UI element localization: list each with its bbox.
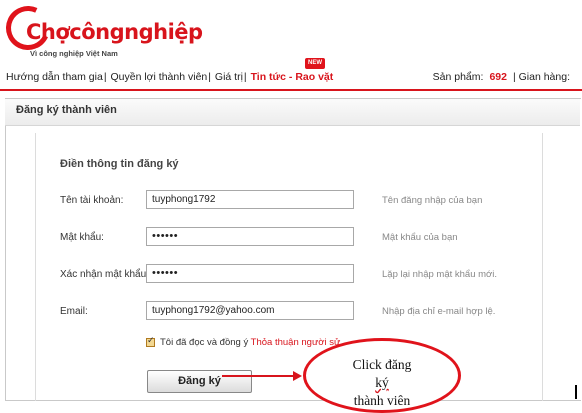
scroll-marker bbox=[575, 385, 577, 399]
logo-subtitle: Vì công nghiệp Việt Nam bbox=[30, 49, 118, 58]
new-badge-icon: NEW bbox=[305, 58, 325, 69]
password-label: Mật khẩu: bbox=[60, 232, 104, 243]
site-logo[interactable]: Chợcôngnghiệp Vì công nghiệp Việt Nam bbox=[0, 0, 203, 60]
callout-text: Click đăng ký thành viên bbox=[303, 356, 461, 410]
terms-link[interactable]: Thỏa thuận người sử bbox=[251, 337, 341, 348]
section-title: Điền thông tin đăng ký bbox=[60, 158, 179, 170]
nav-value[interactable]: Giá trị bbox=[215, 71, 243, 83]
products-count: 692 bbox=[489, 71, 507, 83]
agree-checkbox[interactable] bbox=[146, 335, 155, 347]
logo-text: Chợcôngnghiệp bbox=[26, 20, 203, 44]
register-button[interactable]: Đăng ký bbox=[147, 370, 252, 393]
email-input[interactable]: tuyphong1792@yahoo.com bbox=[146, 301, 354, 320]
callout-line1: Click đăng bbox=[352, 357, 412, 372]
products-label: Sản phẩm: bbox=[432, 71, 484, 83]
password-hint: Mật khẩu của bạn bbox=[382, 232, 458, 243]
confirm-password-hint: Lặp lại nhập mật khẩu mới. bbox=[382, 269, 498, 280]
shops-label: | Gian hàng: bbox=[512, 71, 570, 83]
site-stats: Sản phẩm: 692 | Gian hàng: bbox=[433, 71, 570, 83]
confirm-password-label: Xác nhận mật khẩu: bbox=[60, 269, 149, 280]
email-label: Email: bbox=[60, 306, 88, 317]
nav-benefits[interactable]: Quyền lợi thành viên bbox=[110, 71, 207, 83]
top-nav: Hướng dẫn tham gia| Quyền lợi thành viên… bbox=[6, 71, 334, 83]
agree-label: Tôi đã đọc và đồng ý bbox=[160, 337, 249, 348]
nav-news[interactable]: Tin tức - Rao vặt bbox=[251, 71, 334, 83]
callout-line2a: ký bbox=[375, 375, 389, 390]
email-hint: Nhập địa chỉ e-mail hợp lệ. bbox=[382, 306, 496, 317]
username-input[interactable]: tuyphong1792 bbox=[146, 190, 354, 209]
panel-title: Đăng ký thành viên bbox=[16, 104, 117, 116]
confirm-password-input[interactable]: •••••• bbox=[146, 264, 354, 283]
password-input[interactable]: •••••• bbox=[146, 227, 354, 246]
callout-line2b: thành viên bbox=[353, 393, 411, 408]
header-divider bbox=[0, 89, 582, 91]
username-label: Tên tài khoản: bbox=[60, 195, 124, 206]
nav-guide[interactable]: Hướng dẫn tham gia bbox=[6, 71, 103, 83]
agree-text: Tôi đã đọc và đồng ý Thỏa thuận người sử bbox=[160, 337, 340, 348]
username-hint: Tên đăng nhập của bạn bbox=[382, 195, 483, 206]
arrow-line bbox=[222, 375, 296, 377]
arrow-head-icon bbox=[293, 371, 302, 381]
